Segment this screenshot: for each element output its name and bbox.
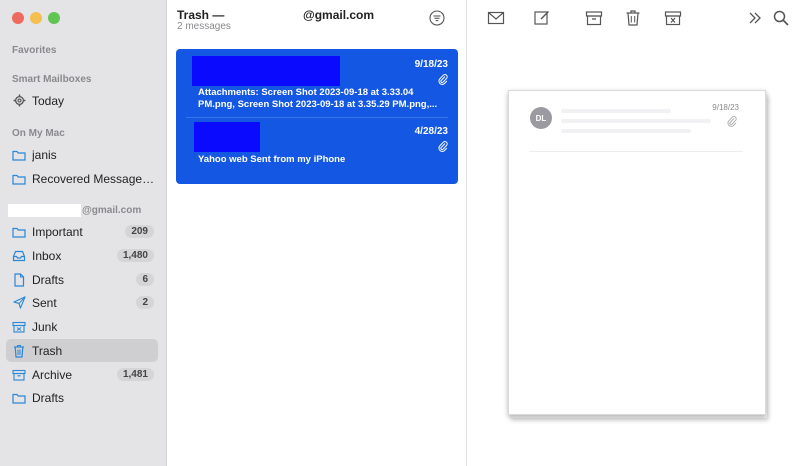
unread-count-badge: 1,481: [116, 368, 154, 381]
message-date: 4/28/23: [414, 126, 448, 137]
message-preview-line: Attachments: Screen Shot 2023-09-18 at 3…: [198, 87, 414, 98]
avatar: DL: [530, 107, 552, 129]
minimize-window-button[interactable]: [30, 12, 42, 24]
sidebar-item-label: janis: [32, 147, 57, 162]
message-preview-line: Yahoo web Sent from my iPhone: [198, 154, 346, 165]
message-count: 2 messages: [177, 21, 231, 32]
sidebar-item-label: Inbox: [32, 248, 62, 263]
sidebar-item-recovered-messages[interactable]: Recovered Messages...: [6, 167, 158, 190]
sender-redacted: [192, 56, 340, 86]
section-on-my-mac: On My Mac: [12, 128, 65, 139]
message-list: Trash — @gmail.com 2 messages 9/18/23 At…: [167, 0, 467, 466]
sidebar-item-label: Drafts: [32, 390, 65, 405]
unread-count-badge: 2: [136, 296, 154, 309]
placeholder-line: [561, 109, 671, 113]
sidebar-item-archive[interactable]: Archive 1,481: [6, 363, 158, 386]
account-name-redacted: [8, 204, 81, 217]
sidebar-item-label: Drafts: [32, 272, 65, 287]
placeholder-line: [561, 129, 691, 133]
sidebar-item-label: Sent: [32, 295, 57, 310]
filter-button[interactable]: [429, 10, 445, 26]
folder-icon: [12, 225, 26, 239]
sidebar-item-label: Archive: [32, 367, 73, 382]
window-controls: [12, 12, 60, 24]
paperclip-icon: [438, 139, 448, 152]
sidebar: Favorites Smart Mailboxes Today On My Ma…: [0, 0, 167, 466]
folder-icon: [12, 172, 26, 186]
preview-date: 9/18/23: [712, 103, 739, 112]
unread-count-badge: 6: [136, 273, 154, 286]
sidebar-item-janis[interactable]: janis: [6, 143, 158, 166]
sidebar-item-inbox[interactable]: Inbox 1,480: [6, 244, 158, 267]
gear-icon: [12, 94, 26, 108]
folder-icon: [12, 148, 26, 162]
inbox-icon: [12, 249, 26, 263]
archive-box-icon: [12, 368, 26, 382]
section-smart-mailboxes: Smart Mailboxes: [12, 74, 92, 85]
sidebar-item-label: Today: [32, 93, 65, 108]
sidebar-item-label: Recovered Messages...: [32, 171, 158, 186]
sender-redacted: [194, 122, 260, 152]
sidebar-item-today[interactable]: Today: [6, 89, 158, 112]
sidebar-item-label: Trash: [32, 343, 63, 358]
sidebar-item-sent[interactable]: Sent 2: [6, 291, 158, 314]
sidebar-item-trash[interactable]: Trash: [6, 339, 158, 362]
sidebar-item-label: Important: [32, 224, 83, 239]
unread-count-badge: 1,480: [116, 249, 154, 262]
mailbox-title: Trash —: [177, 8, 225, 22]
sidebar-item-drafts[interactable]: Drafts 6: [6, 268, 158, 291]
message-viewer: DL 9/18/23: [468, 0, 800, 466]
paper-plane-icon: [12, 296, 26, 310]
sidebar-item-important[interactable]: Important 209: [6, 220, 158, 243]
junk-box-icon: [12, 320, 26, 334]
sidebar-item-drafts-folder[interactable]: Drafts: [6, 386, 158, 409]
section-account: @gmail.com: [82, 205, 142, 216]
close-window-button[interactable]: [12, 12, 24, 24]
unread-count-badge: 209: [125, 225, 154, 238]
trash-icon: [12, 344, 26, 358]
message-date: 9/18/23: [414, 59, 448, 70]
selected-messages: 9/18/23 Attachments: Screen Shot 2023-09…: [176, 49, 458, 184]
paperclip-icon: [438, 72, 448, 85]
sidebar-item-label: Junk: [32, 319, 58, 334]
message-preview-line: PM.png, Screen Shot 2023-09-18 at 3.35.2…: [198, 99, 438, 110]
sidebar-item-junk[interactable]: Junk: [6, 315, 158, 338]
filter-icon: [429, 10, 445, 26]
stacked-message-preview[interactable]: DL 9/18/23: [508, 90, 766, 415]
preview-separator: [529, 151, 743, 152]
paperclip-icon: [727, 114, 737, 127]
document-icon: [12, 272, 26, 287]
row-separator: [186, 117, 448, 118]
mailbox-account-email: @gmail.com: [303, 8, 375, 22]
folder-icon: [12, 391, 26, 405]
placeholder-line: [561, 119, 711, 123]
section-favorites: Favorites: [12, 45, 57, 56]
zoom-window-button[interactable]: [48, 12, 60, 24]
